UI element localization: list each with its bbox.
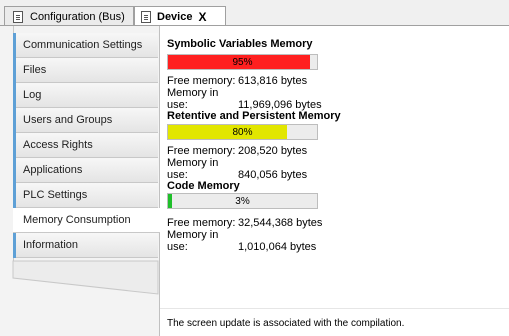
- memory-in-use-label: Memory in use:: [167, 157, 219, 181]
- nav-item-files[interactable]: Files: [13, 58, 158, 83]
- symbolic-memory-bar: 95%: [167, 54, 318, 70]
- nav-accent-strip: [13, 108, 16, 133]
- free-memory-label: Free memory:: [167, 217, 236, 229]
- free-memory-value: 208,520 bytes: [238, 145, 308, 157]
- device-navigation: Communication Settings Files Log Users a…: [0, 26, 160, 336]
- memory-in-use-label: Memory in use:: [167, 87, 219, 111]
- code-memory-percent: 3%: [235, 195, 250, 207]
- memory-in-use-label: Memory in use:: [167, 229, 219, 253]
- nav-accent-strip: [13, 133, 16, 158]
- retentive-memory-bar: 80%: [167, 124, 318, 140]
- free-memory-label: Free memory:: [167, 145, 236, 157]
- nav-item-applications[interactable]: Applications: [13, 158, 158, 183]
- memory-consumption-panel: Symbolic Variables Memory 95% Free memor…: [160, 26, 509, 336]
- nav-item-information[interactable]: Information: [13, 233, 158, 258]
- retentive-memory-title: Retentive and Persistent Memory: [167, 110, 341, 122]
- symbolic-memory-percent: 95%: [232, 56, 253, 68]
- tab-device[interactable]: Device X: [134, 6, 226, 26]
- nav-item-access-rights[interactable]: Access Rights: [13, 133, 158, 158]
- code-inuse-row: Memory in use: 1,010,064 bytes: [167, 229, 316, 253]
- tab-configuration-bus[interactable]: Configuration (Bus): [4, 6, 134, 26]
- status-message: The screen update is associated with the…: [167, 318, 405, 329]
- nav-accent-strip: [13, 183, 16, 208]
- nav-item-users-and-groups[interactable]: Users and Groups: [13, 108, 158, 133]
- symbolic-memory-title: Symbolic Variables Memory: [167, 38, 313, 50]
- code-free-row: Free memory: 32,544,368 bytes: [167, 217, 322, 229]
- symbolic-inuse-row: Memory in use: 11,969,096 bytes: [167, 87, 322, 111]
- nav-accent-strip: [13, 58, 16, 83]
- nav-accent-strip: [13, 83, 16, 108]
- retentive-free-row: Free memory: 208,520 bytes: [167, 145, 307, 157]
- close-icon[interactable]: X: [198, 10, 206, 24]
- nav-accent-strip: [13, 33, 16, 58]
- free-memory-value: 32,544,368 bytes: [238, 217, 323, 229]
- editor-tab-bar: Configuration (Bus) Device X: [0, 0, 509, 26]
- tab-label: Device: [157, 10, 193, 23]
- nav-item-communication-settings[interactable]: Communication Settings: [13, 33, 158, 58]
- status-divider: [160, 308, 509, 309]
- nav-accent-strip: [13, 233, 16, 258]
- nav-item-log[interactable]: Log: [13, 83, 158, 108]
- code-memory-bar: 3%: [167, 193, 318, 209]
- free-memory-label: Free memory:: [167, 75, 236, 87]
- memory-in-use-value: 840,056 bytes: [238, 169, 308, 181]
- nav-item-plc-settings[interactable]: PLC Settings: [13, 183, 158, 208]
- memory-in-use-value: 1,010,064 bytes: [238, 241, 317, 253]
- code-memory-title: Code Memory: [167, 180, 240, 192]
- nav-accent-strip: [13, 158, 16, 183]
- nav-item-memory-consumption[interactable]: Memory Consumption: [13, 208, 160, 233]
- document-icon: [13, 10, 23, 23]
- tab-label: Configuration (Bus): [30, 10, 125, 23]
- retentive-inuse-row: Memory in use: 840,056 bytes: [167, 157, 307, 181]
- retentive-memory-percent: 80%: [232, 126, 253, 138]
- document-icon: [141, 10, 151, 23]
- free-memory-value: 613,816 bytes: [238, 75, 308, 87]
- symbolic-free-row: Free memory: 613,816 bytes: [167, 75, 307, 87]
